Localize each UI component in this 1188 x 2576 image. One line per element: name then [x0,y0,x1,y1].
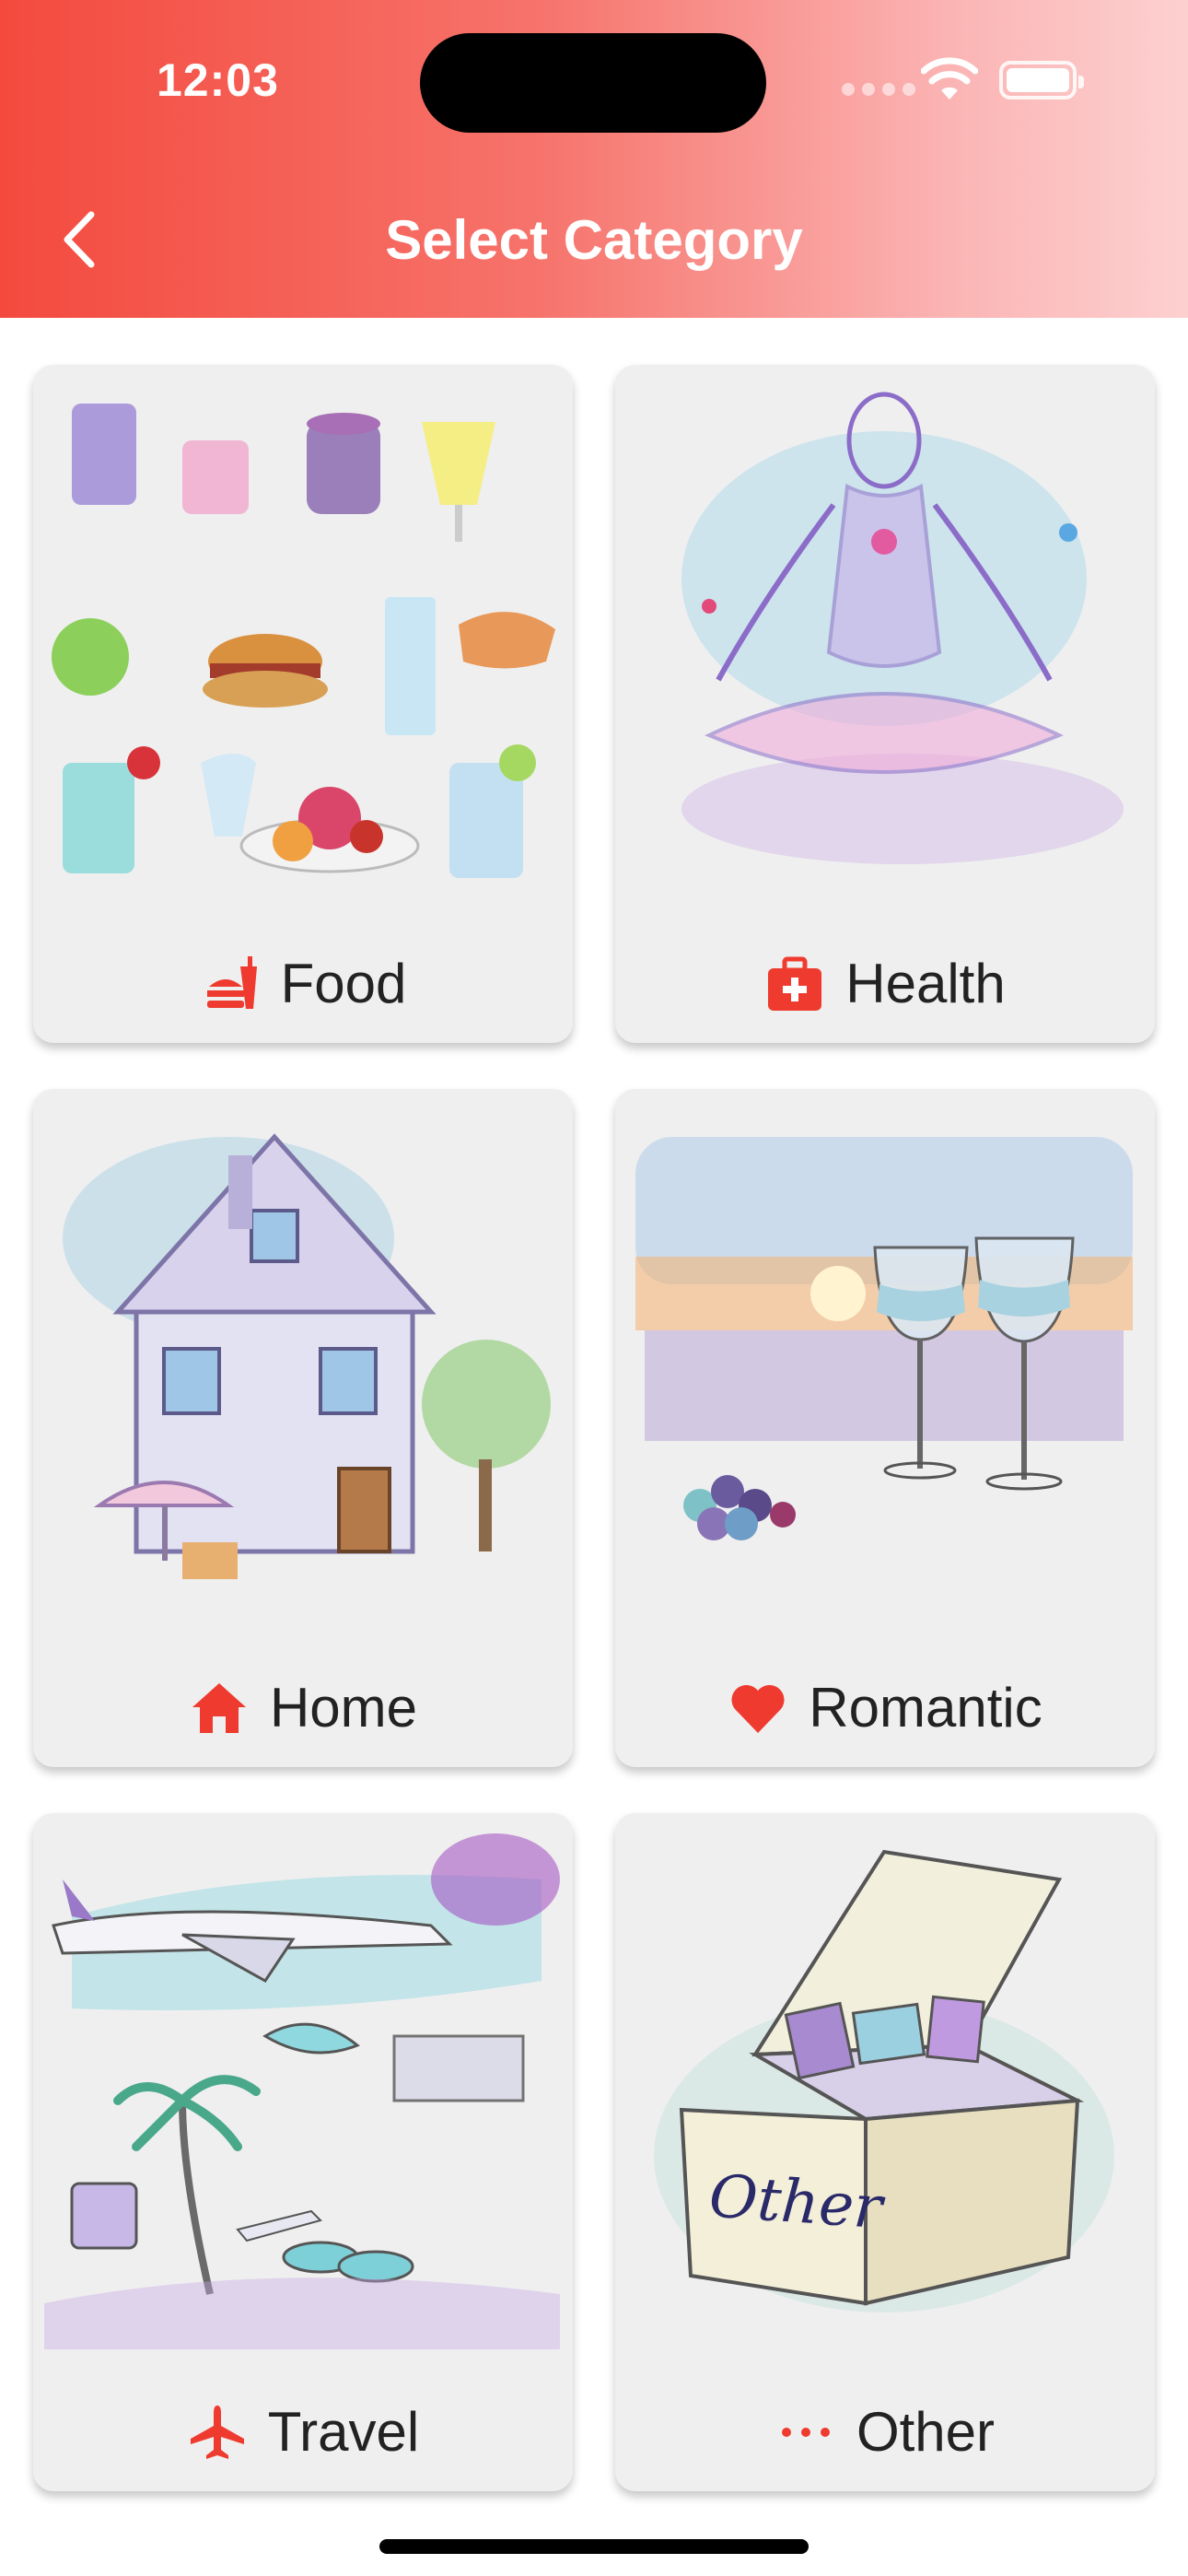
category-card-home[interactable]: Home [33,1089,573,1767]
airplane-icon [187,2402,248,2463]
travel-illustration [44,1833,560,2349]
gift-box-illustration: Other [654,1849,1114,2313]
category-label: Home [269,1677,418,1739]
category-label: Food [280,953,407,1014]
category-label-row: Romantic [615,1676,1155,1739]
heart-icon [728,1678,788,1739]
category-label: Other [856,2401,996,2463]
food-icon [200,954,261,1014]
category-label: Romantic [809,1677,1042,1739]
category-label-row: Food [33,952,573,1015]
food-drinks-illustration [52,404,555,878]
wifi-icon [921,57,978,100]
dynamic-island [420,33,766,133]
category-label-row: Other [615,2400,1155,2464]
home-indicator[interactable] [379,2539,809,2554]
ellipsis-icon [775,2402,836,2463]
sunset-wine-illustration [635,1137,1133,1540]
svg-text:Other: Other [707,2162,888,2242]
category-card-romantic[interactable]: Romantic [615,1089,1155,1767]
status-time: 12:03 [157,54,279,106]
page-title: Select Category [385,209,803,271]
category-card-other[interactable]: Other Other [615,1813,1155,2491]
category-label: Health [845,953,1006,1014]
category-label-row: Health [615,952,1155,1015]
house-illustration [63,1133,551,1579]
category-label-row: Travel [33,2400,573,2464]
medkit-icon [764,954,825,1014]
category-card-travel[interactable]: Travel [33,1813,573,2491]
home-icon [189,1678,250,1739]
category-label-row: Home [33,1676,573,1739]
meditation-illustration [681,392,1124,864]
category-card-health[interactable]: Health [615,365,1155,1043]
battery-icon [999,61,1084,100]
cellular-signal-icon [842,83,915,96]
category-label: Travel [267,2401,420,2463]
category-card-food[interactable]: Food [33,365,573,1043]
category-grid: Food Health Home Romantic Travel Other O… [33,365,1155,2491]
header-bar: 12:03 Select Category [0,0,1188,318]
